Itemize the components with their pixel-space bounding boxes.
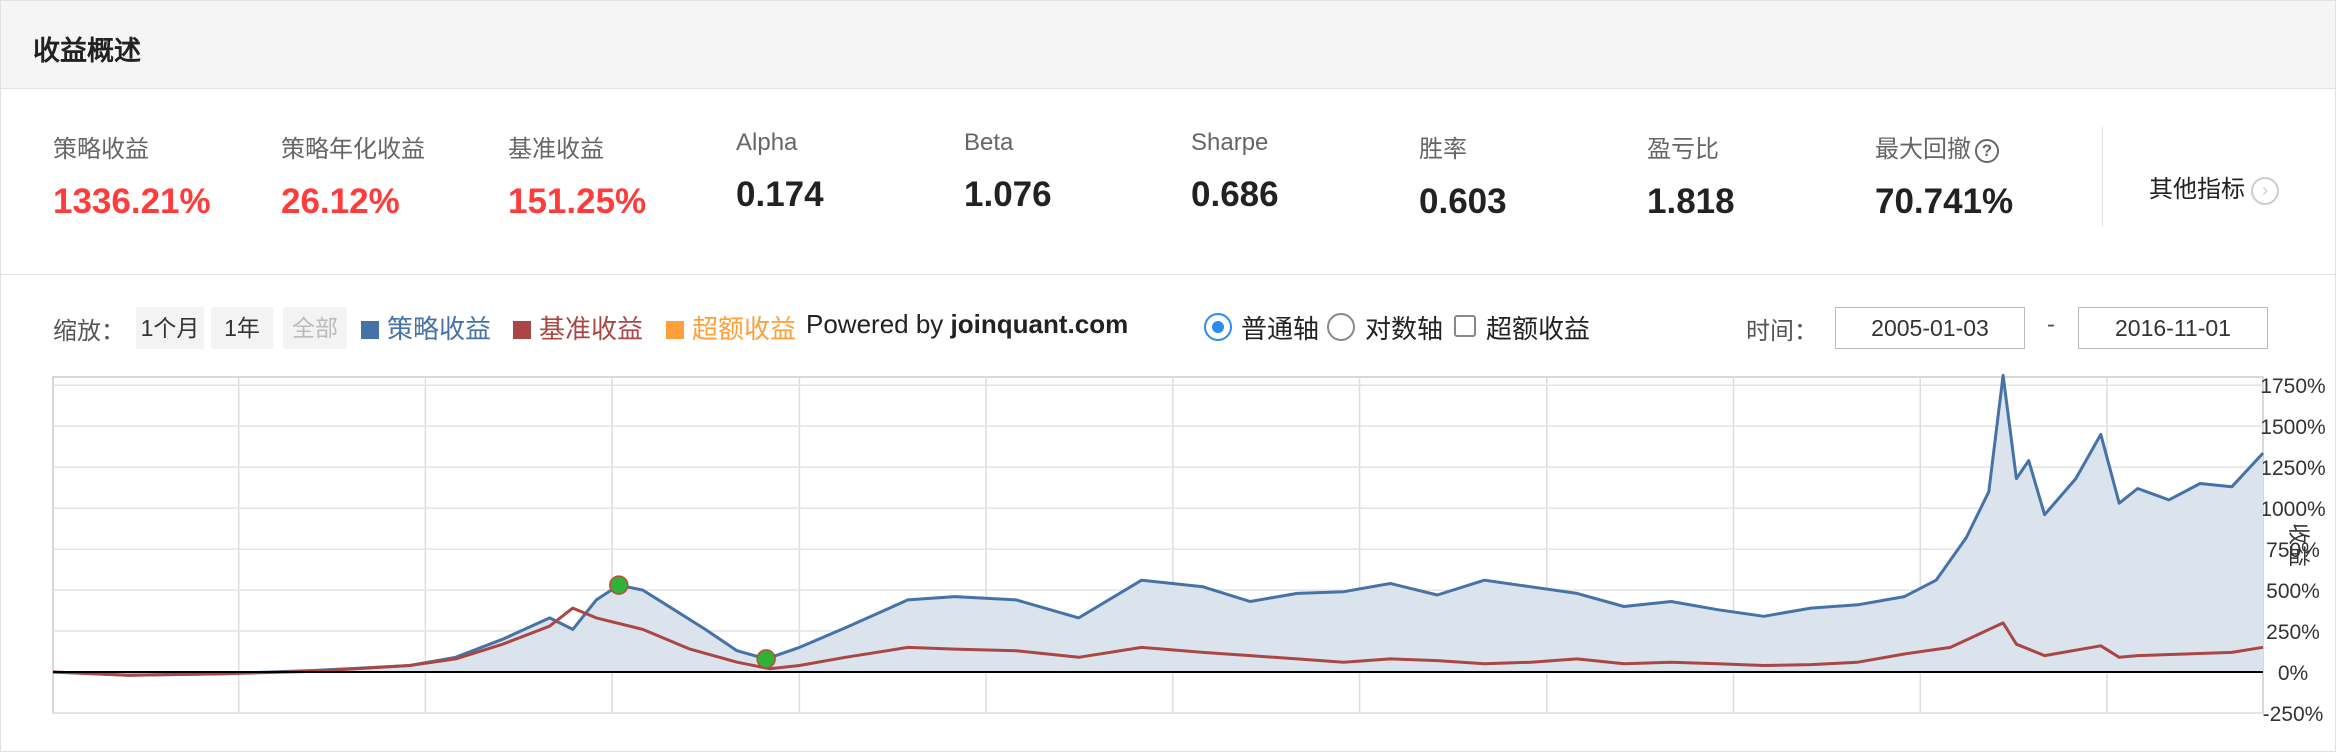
- legend-strategy-return[interactable]: 策略收益: [361, 309, 491, 346]
- y-tick-label: 1750%: [2260, 375, 2325, 398]
- metric-value: 0.174: [736, 175, 824, 214]
- y-tick-label: 250%: [2266, 621, 2320, 644]
- end-date-input[interactable]: 2016-11-01: [2078, 307, 2268, 349]
- chevron-right-icon: ›: [2251, 176, 2279, 205]
- metric-label: 盈亏比: [1647, 136, 1719, 163]
- y-axis-label: 收益: [2286, 523, 2311, 567]
- metric-max-drawdown: 最大回撤? 70.741%: [1875, 129, 2013, 222]
- excess-return-checkbox[interactable]: [1454, 315, 1476, 337]
- y-tick-label: 0%: [2278, 662, 2308, 685]
- metric-label: Sharpe: [1191, 129, 1269, 156]
- log-axis-label: 对数轴: [1365, 314, 1444, 344]
- metric-label-text: 最大回撤: [1875, 136, 1971, 163]
- metric-win-rate: 胜率 0.603: [1419, 129, 1507, 222]
- metric-beta: Beta 1.076: [964, 129, 1052, 215]
- returns-overview-panel: 收益概述 策略收益 1336.21% 策略年化收益 26.12% 基准收益 15…: [0, 0, 2336, 752]
- other-metrics-label: 其他指标: [2149, 176, 2245, 203]
- legend-swatch: [666, 321, 684, 339]
- metric-value: 0.603: [1419, 182, 1507, 221]
- drawdown-marker: [756, 649, 776, 669]
- returns-chart-svg: -250%0%250%500%750%1000%1250%1500%1750%收…: [52, 373, 2326, 726]
- linear-axis-radio[interactable]: [1204, 313, 1232, 341]
- zoom-all-button[interactable]: 全部: [283, 307, 347, 349]
- linear-axis-label: 普通轴: [1241, 314, 1320, 344]
- y-tick-label: 1250%: [2260, 457, 2325, 480]
- metric-value: 0.686: [1191, 175, 1279, 214]
- y-tick-label: 1500%: [2260, 416, 2325, 439]
- zoom-1-month-button[interactable]: 1个月: [136, 307, 204, 349]
- y-tick-label: -250%: [2263, 703, 2324, 723]
- log-axis-radio[interactable]: [1327, 313, 1355, 341]
- metric-profit-loss-ratio: 盈亏比 1.818: [1647, 129, 1735, 222]
- chart-toolbar: 缩放： 1个月 1年 全部 策略收益 基准收益 超额收益 Powered by …: [1, 301, 2335, 355]
- metric-label: 策略收益: [53, 136, 149, 163]
- metric-label: 胜率: [1419, 136, 1467, 163]
- metric-value: 26.12%: [281, 182, 400, 221]
- panel-header: 收益概述: [1, 1, 2335, 89]
- metric-label: Beta: [964, 129, 1014, 156]
- powered-prefix: Powered by: [806, 309, 944, 339]
- powered-by-credit: Powered by joinquant.com: [806, 309, 1128, 340]
- legend-swatch: [513, 321, 531, 339]
- metric-label: Alpha: [736, 129, 798, 156]
- y-tick-label: 500%: [2266, 580, 2320, 603]
- metric-label: 基准收益: [508, 136, 604, 163]
- drawdown-marker: [609, 575, 629, 595]
- metric-value: 70.741%: [1875, 182, 2014, 221]
- metric-alpha: Alpha 0.174: [736, 129, 824, 215]
- divider: [2102, 127, 2103, 227]
- excess-return-checkbox-label: 超额收益: [1486, 314, 1591, 344]
- metric-value: 151.25%: [508, 182, 647, 221]
- y-tick-label: 1000%: [2260, 498, 2325, 521]
- start-date-input[interactable]: 2005-01-03: [1835, 307, 2025, 349]
- legend-label: 基准收益: [539, 314, 644, 344]
- metric-value: 1.818: [1647, 182, 1735, 221]
- legend-label: 策略收益: [387, 314, 492, 344]
- metric-value: 1336.21%: [53, 182, 211, 221]
- metric-label: 策略年化收益: [281, 136, 425, 163]
- other-metrics-link[interactable]: 其他指标 ›: [2149, 169, 2279, 205]
- zoom-1-year-button[interactable]: 1年: [211, 307, 273, 349]
- date-separator: -: [2047, 311, 2055, 338]
- legend-excess-return[interactable]: 超额收益: [666, 309, 796, 346]
- metric-value: 1.076: [964, 175, 1052, 214]
- metric-benchmark-return: 基准收益 151.25%: [508, 129, 646, 222]
- metric-sharpe: Sharpe 0.686: [1191, 129, 1279, 215]
- legend-label: 超额收益: [692, 314, 797, 344]
- metric-annualized-return: 策略年化收益 26.12%: [281, 129, 425, 222]
- legend-benchmark-return[interactable]: 基准收益: [513, 309, 643, 346]
- zoom-label: 缩放：: [53, 318, 125, 345]
- returns-chart: -250% 0% 250% 500% 750% 1000% 1250% 1500% 1750% 收…: [1, 373, 2338, 726]
- question-circle-icon[interactable]: ?: [1975, 138, 1999, 163]
- metrics-row: 策略收益 1336.21% 策略年化收益 26.12% 基准收益 151.25%…: [1, 89, 2335, 275]
- panel-title: 收益概述: [33, 36, 141, 66]
- time-label: 时间：: [1746, 318, 1818, 345]
- powered-site: joinquant.com: [950, 309, 1129, 339]
- legend-swatch: [361, 321, 379, 339]
- metric-strategy-return: 策略收益 1336.21%: [53, 129, 211, 222]
- metric-label: 最大回撤?: [1875, 129, 2013, 164]
